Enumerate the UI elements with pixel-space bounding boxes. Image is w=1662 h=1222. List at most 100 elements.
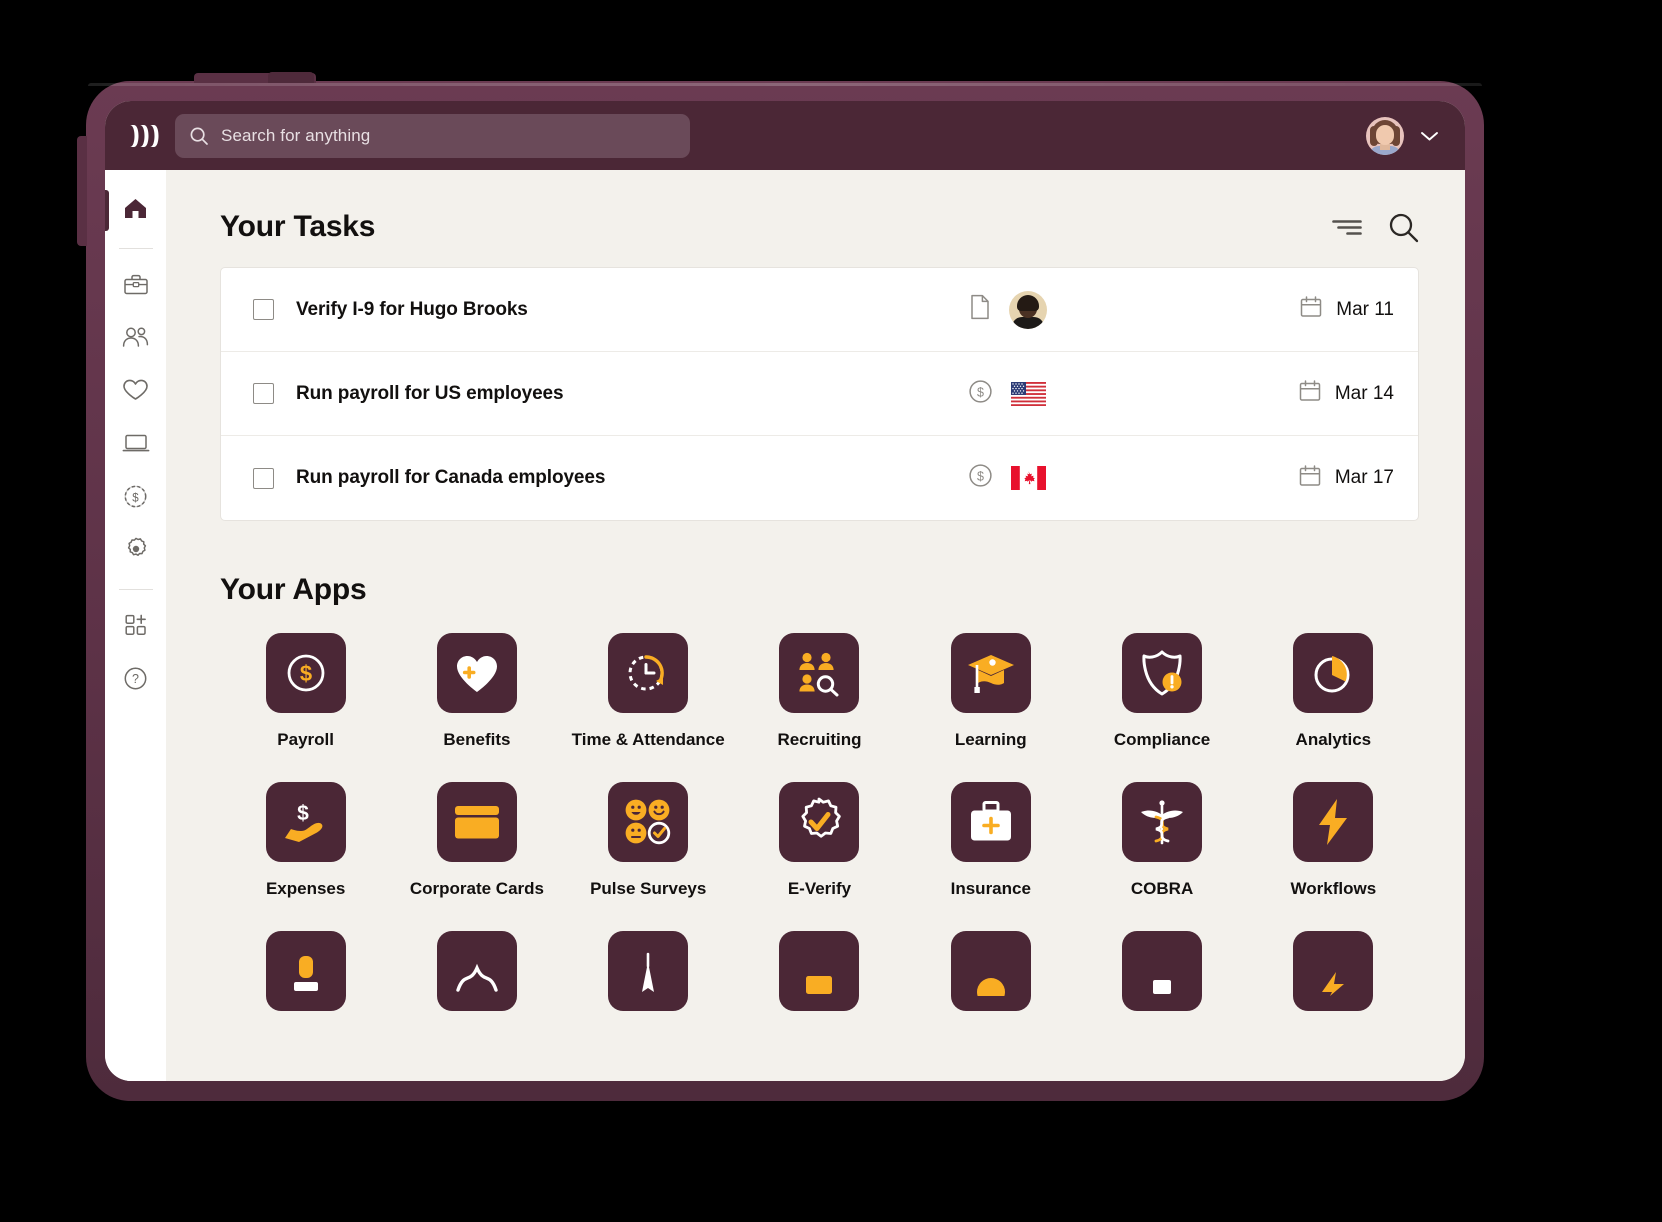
task-checkbox[interactable] xyxy=(253,299,274,320)
app-tile-learning[interactable]: Learning xyxy=(905,633,1076,750)
app-label: Recruiting xyxy=(777,730,862,749)
app-tile-e-verify[interactable]: E-Verify xyxy=(734,782,905,899)
sidebar-item-benefits[interactable] xyxy=(105,366,166,419)
app-tile-benefits[interactable]: Benefits xyxy=(391,633,562,750)
main-content: Your Tasks Verify I-9 for Hugo Brooks Ma… xyxy=(166,170,1465,1081)
sidebar-divider-top xyxy=(118,248,153,249)
avatar[interactable] xyxy=(1366,116,1404,155)
document-icon xyxy=(969,294,991,325)
app-icon-partial-1 xyxy=(265,931,346,1011)
app-tile-corporate-cards[interactable]: Corporate Cards xyxy=(391,782,562,899)
laptop-icon xyxy=(122,432,150,459)
task-date-text: Mar 17 xyxy=(1334,467,1394,488)
task-meta: $ xyxy=(968,463,1394,493)
app-tile-workflows[interactable]: Workflows xyxy=(1248,782,1419,899)
sidebar-item-home[interactable] xyxy=(105,184,166,237)
app-icon-partial-6 xyxy=(1122,931,1203,1011)
app-tile-pulse-surveys[interactable]: Pulse Surveys xyxy=(563,782,734,899)
dollar-clock-icon: $ xyxy=(123,484,148,514)
task-date-text: Mar 11 xyxy=(1336,298,1394,320)
clock-arrow-icon xyxy=(608,633,689,713)
app-icon-partial-3 xyxy=(608,931,689,1011)
app-label: Analytics xyxy=(1295,730,1372,749)
badge-check-icon xyxy=(779,782,860,862)
chevron-down-icon[interactable] xyxy=(1420,130,1439,142)
app-tile-payroll[interactable]: $ Payroll xyxy=(220,633,391,750)
medical-kit-icon xyxy=(950,782,1031,862)
svg-text:$: $ xyxy=(297,802,309,825)
app-label: Pulse Surveys xyxy=(590,879,707,898)
app-tile-partial[interactable] xyxy=(1076,931,1247,1011)
flag-us xyxy=(1010,381,1046,406)
shield-alert-icon xyxy=(1122,633,1203,713)
app-label: COBRA xyxy=(1130,879,1194,898)
tasks-header: Your Tasks xyxy=(220,210,1419,244)
app-label: Learning xyxy=(954,730,1027,749)
app-tile-partial[interactable] xyxy=(391,931,562,1011)
emoji-survey-icon xyxy=(608,782,689,862)
search-icon[interactable] xyxy=(1388,212,1419,243)
app-icon-partial-5 xyxy=(950,931,1031,1011)
tasks-header-actions xyxy=(1332,212,1419,243)
rippling-logo-icon[interactable] xyxy=(123,119,163,153)
app-tile-compliance[interactable]: Compliance xyxy=(1076,633,1247,750)
app-label: Corporate Cards xyxy=(409,879,544,898)
briefcase-icon xyxy=(123,273,149,301)
tasks-card: Verify I-9 for Hugo Brooks Mar 11 Run pa… xyxy=(220,267,1419,521)
sidebar-item-settings[interactable] xyxy=(105,525,166,578)
sidebar-item-help[interactable]: ? xyxy=(105,654,166,707)
app-label: E-Verify xyxy=(787,879,852,898)
employee-avatar xyxy=(1009,290,1048,329)
app-tile-expenses[interactable]: $ Expenses xyxy=(220,782,391,899)
sidebar-divider-bottom xyxy=(118,589,153,590)
table-row[interactable]: Run payroll for Canada employees $ Mar 1… xyxy=(221,436,1418,520)
table-row[interactable]: Run payroll for US employees $ Mar 14 xyxy=(221,352,1418,436)
search-input[interactable]: Search for anything xyxy=(175,113,690,158)
app-tile-analytics[interactable]: Analytics xyxy=(1248,633,1419,750)
credit-card-icon xyxy=(436,782,517,862)
table-row[interactable]: Verify I-9 for Hugo Brooks Mar 11 xyxy=(221,268,1418,352)
sidebar-item-devices[interactable] xyxy=(105,419,166,472)
sidebar-item-people[interactable] xyxy=(105,313,166,366)
app-icon-partial-2 xyxy=(436,931,517,1011)
question-circle-icon: ? xyxy=(123,666,148,696)
app-tile-recruiting[interactable]: Recruiting xyxy=(734,633,905,750)
sidebar-item-add-app[interactable] xyxy=(105,601,166,654)
app-label: Time & Attendance xyxy=(571,730,725,749)
task-checkbox[interactable] xyxy=(253,383,274,404)
app-tile-partial[interactable] xyxy=(734,931,905,1011)
task-label: Verify I-9 for Hugo Brooks xyxy=(296,298,528,320)
grid-plus-icon xyxy=(124,613,148,642)
top-navigation-bar: Search for anything xyxy=(105,101,1465,170)
app-tile-insurance[interactable]: Insurance xyxy=(905,782,1076,899)
app-label: Expenses xyxy=(265,879,346,898)
task-checkbox[interactable] xyxy=(253,467,274,489)
app-tile-partial[interactable] xyxy=(905,931,1076,1011)
task-icon-group: $ xyxy=(968,379,1298,409)
apps-title: Your Apps xyxy=(220,573,367,606)
app-tile-time-attendance[interactable]: Time & Attendance xyxy=(563,633,734,750)
tablet-screen: Search for anything $ ? Your Tasks Verif… xyxy=(105,101,1465,1081)
task-meta: Mar 11 xyxy=(969,290,1394,329)
app-tile-partial[interactable] xyxy=(563,931,734,1011)
sidebar-item-toolbox[interactable] xyxy=(105,260,166,313)
app-icon-partial-7 xyxy=(1293,931,1374,1011)
calendar-icon xyxy=(1299,295,1323,324)
apps-section: Your Apps $ Payroll Benefits Time & Atte… xyxy=(220,573,1419,1011)
tablet-device-frame: Search for anything $ ? Your Tasks Verif… xyxy=(77,72,1484,1101)
flag-ca xyxy=(1010,466,1046,490)
app-tile-cobra[interactable]: COBRA xyxy=(1076,782,1247,899)
app-tile-partial[interactable] xyxy=(220,931,391,1011)
calendar-icon xyxy=(1298,379,1322,408)
sidebar-item-payroll[interactable]: $ xyxy=(105,472,166,525)
svg-text:?: ? xyxy=(132,672,139,686)
task-icon-group xyxy=(969,290,1299,329)
heart-plus-icon xyxy=(436,633,517,713)
lightning-bolt-icon xyxy=(1293,782,1374,862)
svg-text:$: $ xyxy=(300,661,312,686)
app-tile-partial[interactable] xyxy=(1248,931,1419,1011)
task-label: Run payroll for US employees xyxy=(296,382,564,404)
device-side-button xyxy=(77,136,87,246)
app-label: Payroll xyxy=(277,730,334,749)
filter-icon[interactable] xyxy=(1332,218,1362,237)
